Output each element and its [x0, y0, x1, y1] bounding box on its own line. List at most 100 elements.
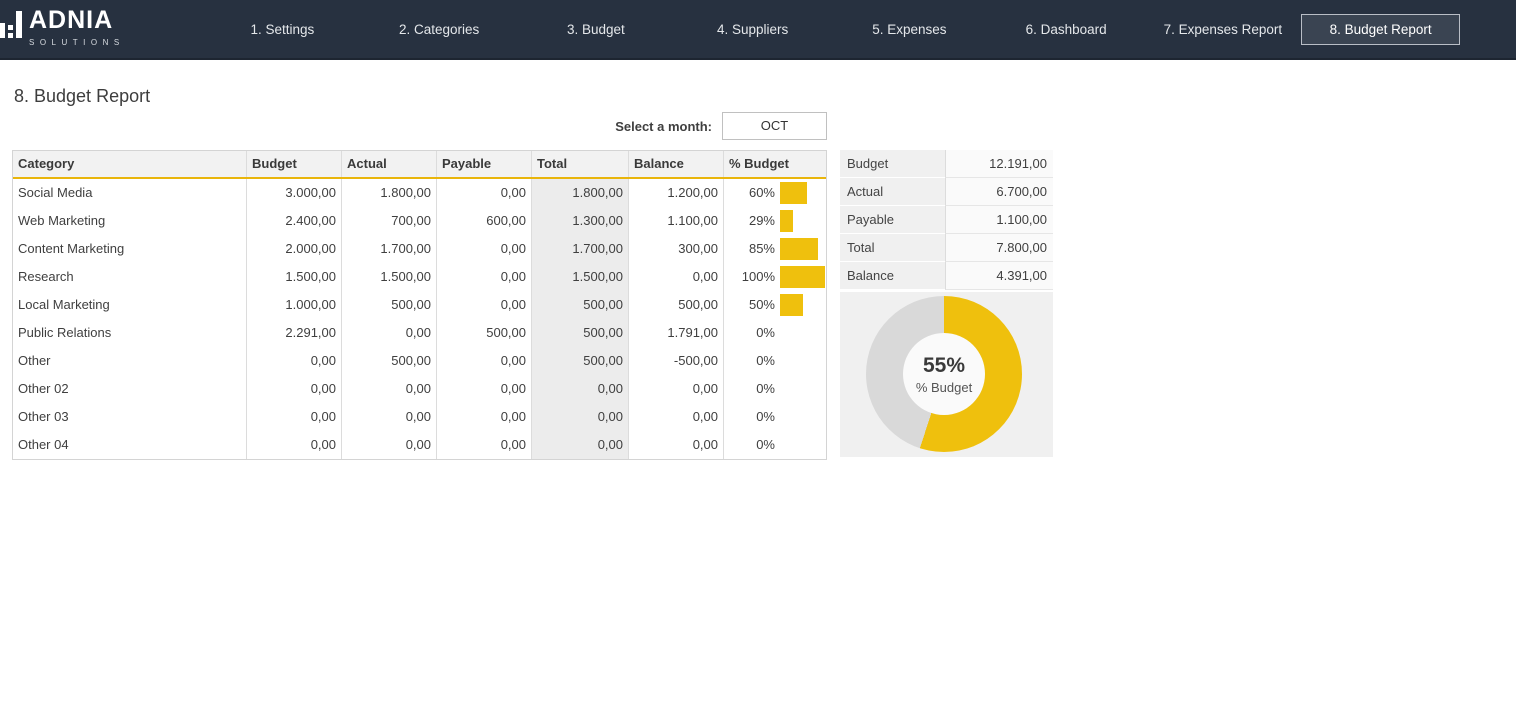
- cell-pct-budget: 85%: [723, 235, 826, 263]
- pct-value: 0%: [756, 375, 775, 403]
- summary-row: Budget12.191,00: [840, 150, 1053, 178]
- nav-tab-6-dashboard[interactable]: 6. Dashboard: [988, 14, 1145, 45]
- nav-tab-4-suppliers[interactable]: 4. Suppliers: [674, 14, 831, 45]
- cell-budget: 0,00: [246, 347, 341, 375]
- nav-tab-8-budget-report[interactable]: 8. Budget Report: [1301, 14, 1460, 45]
- summary-label: Actual: [840, 178, 945, 206]
- page-title: 8. Budget Report: [14, 86, 150, 107]
- cell-actual: 700,00: [341, 207, 436, 235]
- donut-percent-label: % Budget: [916, 380, 972, 395]
- cell-category: Public Relations: [13, 319, 246, 347]
- pct-bar-track: [780, 434, 825, 456]
- cell-actual: 0,00: [341, 403, 436, 431]
- cell-payable: 0,00: [436, 179, 531, 207]
- cell-actual: 0,00: [341, 319, 436, 347]
- cell-payable: 0,00: [436, 263, 531, 291]
- nav-tabs: 1. Settings2. Categories3. Budget4. Supp…: [204, 0, 1460, 58]
- cell-budget: 2.400,00: [246, 207, 341, 235]
- table-header-row: CategoryBudgetActualPayableTotalBalance%…: [13, 151, 826, 179]
- cell-balance: 0,00: [628, 403, 723, 431]
- cell-total: 1.700,00: [531, 235, 628, 263]
- pct-bar-track: [780, 210, 825, 232]
- cell-total: 500,00: [531, 347, 628, 375]
- cell-budget: 3.000,00: [246, 179, 341, 207]
- summary-value: 1.100,00: [945, 206, 1053, 234]
- cell-actual: 500,00: [341, 347, 436, 375]
- pct-value: 85%: [749, 235, 775, 263]
- cell-payable: 500,00: [436, 319, 531, 347]
- pct-value: 100%: [742, 263, 775, 291]
- nav-tab-1-settings[interactable]: 1. Settings: [204, 14, 361, 45]
- cell-actual: 0,00: [341, 431, 436, 459]
- cell-category: Local Marketing: [13, 291, 246, 319]
- cell-actual: 1.700,00: [341, 235, 436, 263]
- cell-budget: 0,00: [246, 403, 341, 431]
- cell-pct-budget: 0%: [723, 347, 826, 375]
- donut-center: 55% % Budget: [903, 333, 985, 415]
- cell-total: 1.800,00: [531, 179, 628, 207]
- cell-payable: 0,00: [436, 431, 531, 459]
- logo-subtitle: SOLUTIONS: [29, 38, 125, 47]
- cell-category: Other 03: [13, 403, 246, 431]
- cell-category: Other 04: [13, 431, 246, 459]
- cell-actual: 1.800,00: [341, 179, 436, 207]
- table-body: Social Media3.000,001.800,000,001.800,00…: [13, 179, 826, 459]
- cell-pct-budget: 0%: [723, 403, 826, 431]
- table-row: Other 040,000,000,000,000,000%: [13, 431, 826, 459]
- donut-chart: 55% % Budget: [866, 296, 1022, 452]
- cell-balance: 0,00: [628, 263, 723, 291]
- summary-row: Actual6.700,00: [840, 178, 1053, 206]
- donut-percent-value: 55%: [923, 354, 965, 378]
- table-row: Other 030,000,000,000,000,000%: [13, 403, 826, 431]
- pct-bar-track: [780, 182, 825, 204]
- column-header: Total: [531, 151, 628, 177]
- nav-tab-7-expenses-report[interactable]: 7. Expenses Report: [1145, 14, 1302, 45]
- pct-value: 50%: [749, 291, 775, 319]
- column-header: Actual: [341, 151, 436, 177]
- nav-tab-3-budget[interactable]: 3. Budget: [518, 14, 675, 45]
- nav-tab-2-categories[interactable]: 2. Categories: [361, 14, 518, 45]
- top-navigation-bar: ADNIA SOLUTIONS 1. Settings2. Categories…: [0, 0, 1516, 60]
- logo: ADNIA SOLUTIONS: [2, 7, 125, 47]
- cell-category: Other: [13, 347, 246, 375]
- cell-budget: 1.500,00: [246, 263, 341, 291]
- cell-total: 1.500,00: [531, 263, 628, 291]
- cell-total: 500,00: [531, 291, 628, 319]
- table-row: Social Media3.000,001.800,000,001.800,00…: [13, 179, 826, 207]
- cell-budget: 2.291,00: [246, 319, 341, 347]
- pct-value: 60%: [749, 179, 775, 207]
- cell-category: Research: [13, 263, 246, 291]
- app-window: ADNIA SOLUTIONS 1. Settings2. Categories…: [0, 0, 1516, 726]
- summary-label: Total: [840, 234, 945, 262]
- cell-balance: 1.100,00: [628, 207, 723, 235]
- cell-payable: 0,00: [436, 347, 531, 375]
- summary-row: Balance4.391,00: [840, 262, 1053, 290]
- logo-text: ADNIA SOLUTIONS: [29, 7, 125, 47]
- pct-bar-track: [780, 406, 825, 428]
- nav-tab-5-expenses[interactable]: 5. Expenses: [831, 14, 988, 45]
- cell-balance: -500,00: [628, 347, 723, 375]
- cell-balance: 1.200,00: [628, 179, 723, 207]
- summary-panel: Budget12.191,00Actual6.700,00Payable1.10…: [840, 150, 1053, 290]
- cell-total: 0,00: [531, 431, 628, 459]
- cell-budget: 2.000,00: [246, 235, 341, 263]
- logo-title: ADNIA: [29, 7, 125, 34]
- table-row: Web Marketing2.400,00700,00600,001.300,0…: [13, 207, 826, 235]
- cell-pct-budget: 0%: [723, 319, 826, 347]
- month-dropdown[interactable]: OCT: [722, 112, 827, 140]
- summary-row: Payable1.100,00: [840, 206, 1053, 234]
- table-row: Content Marketing2.000,001.700,000,001.7…: [13, 235, 826, 263]
- table-row: Other0,00500,000,00500,00-500,000%: [13, 347, 826, 375]
- summary-value: 12.191,00: [945, 150, 1053, 178]
- column-header: Balance: [628, 151, 723, 177]
- cell-pct-budget: 0%: [723, 431, 826, 459]
- pct-value: 0%: [756, 347, 775, 375]
- cell-balance: 1.791,00: [628, 319, 723, 347]
- pct-bar-track: [780, 294, 825, 316]
- cell-actual: 1.500,00: [341, 263, 436, 291]
- cell-total: 1.300,00: [531, 207, 628, 235]
- cell-total: 0,00: [531, 375, 628, 403]
- pct-data-bar: [780, 182, 807, 204]
- cell-payable: 0,00: [436, 375, 531, 403]
- cell-balance: 0,00: [628, 375, 723, 403]
